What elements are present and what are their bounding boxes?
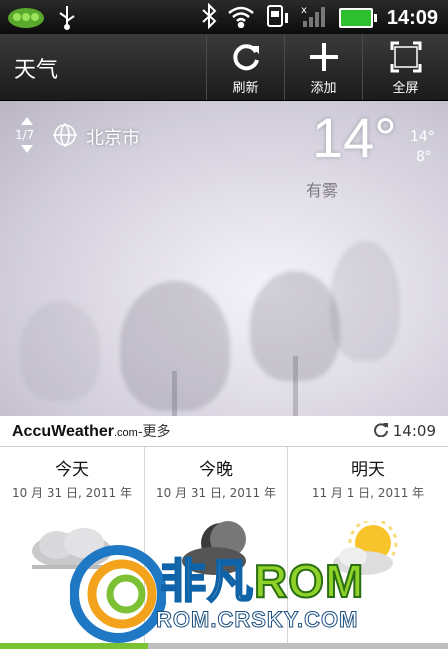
globe-icon[interactable] — [52, 122, 78, 152]
fog-tree-trunk — [172, 371, 177, 416]
add-button[interactable]: 添加 — [284, 34, 362, 100]
last-updated: 14:09 — [373, 421, 436, 441]
forecast-date: 11 月 1 日, 2011 年 — [311, 486, 425, 500]
more-link[interactable]: -更多 — [138, 423, 171, 439]
current-temperature: 14° — [312, 106, 397, 169]
add-label: 添加 — [310, 81, 337, 96]
refresh-label: 刷新 — [232, 81, 259, 96]
forecast-title: 明天 — [351, 460, 385, 480]
city-name[interactable]: 北京市 — [86, 124, 140, 150]
fullscreen-button[interactable]: 全屏 — [362, 34, 448, 100]
fog-tree-trunk — [293, 356, 298, 416]
watermark: 非凡ROM ROM.CRSKY.COM — [70, 545, 390, 643]
forecast-date: 10 月 31 日, 2011 年 — [156, 486, 276, 500]
bluetooth-icon — [201, 2, 217, 33]
sync-icon — [373, 421, 389, 441]
watermark-url: ROM.CRSKY.COM — [155, 607, 359, 633]
app-title: 天气 — [14, 58, 59, 83]
location-row: 1/7 北京市 — [10, 115, 140, 159]
wifi-icon — [227, 4, 255, 32]
forecast-date: 10 月 31 日, 2011 年 — [12, 486, 132, 500]
signal-icon: x — [301, 3, 329, 33]
location-index: 1/7 — [15, 128, 34, 142]
forecast-title: 今晚 — [199, 460, 233, 480]
usb-icon — [56, 4, 78, 34]
sim-card-icon — [265, 3, 291, 33]
low-temperature: 8° — [416, 149, 432, 165]
updated-time: 14:09 — [392, 422, 436, 440]
plus-icon — [285, 40, 362, 80]
fog-tree-shape — [330, 241, 400, 361]
fullscreen-label: 全屏 — [392, 81, 419, 96]
high-temperature: 14° — [410, 129, 435, 145]
status-bar: x 14:09 — [0, 0, 448, 34]
accuweather-brand-suffix: .com — [113, 427, 138, 439]
forecast-title: 今天 — [55, 460, 89, 480]
accuweather-brand: AccuWeather — [12, 423, 114, 440]
svg-text:x: x — [301, 5, 307, 16]
fog-tree-shape — [20, 301, 100, 401]
app-notification-icon[interactable] — [6, 3, 46, 35]
refresh-button[interactable]: 刷新 — [206, 34, 284, 100]
watermark-prefix: 非凡 — [159, 554, 254, 608]
active-day-indicator — [0, 643, 148, 649]
status-time: 14:09 — [386, 6, 438, 29]
battery-icon — [338, 8, 377, 28]
accuweather-bar[interactable]: AccuWeather.com-更多 14:09 — [0, 416, 448, 447]
location-switch-icon[interactable]: 1/7 — [10, 115, 44, 159]
weather-condition: 有雾 — [306, 181, 339, 200]
watermark-logo-icon — [70, 545, 166, 643]
refresh-icon — [207, 40, 284, 80]
accuweather-logo[interactable]: AccuWeather.com-更多 — [12, 421, 170, 441]
fullscreen-icon — [363, 40, 448, 80]
action-bar: 天气 刷新 添加 全屏 — [0, 34, 448, 101]
watermark-title: 非凡ROM — [159, 545, 365, 611]
weather-scene[interactable]: 1/7 北京市 14° 14° 8° 有雾 — [0, 101, 448, 416]
day-indicator — [0, 643, 448, 649]
watermark-rom: ROM — [253, 554, 365, 608]
